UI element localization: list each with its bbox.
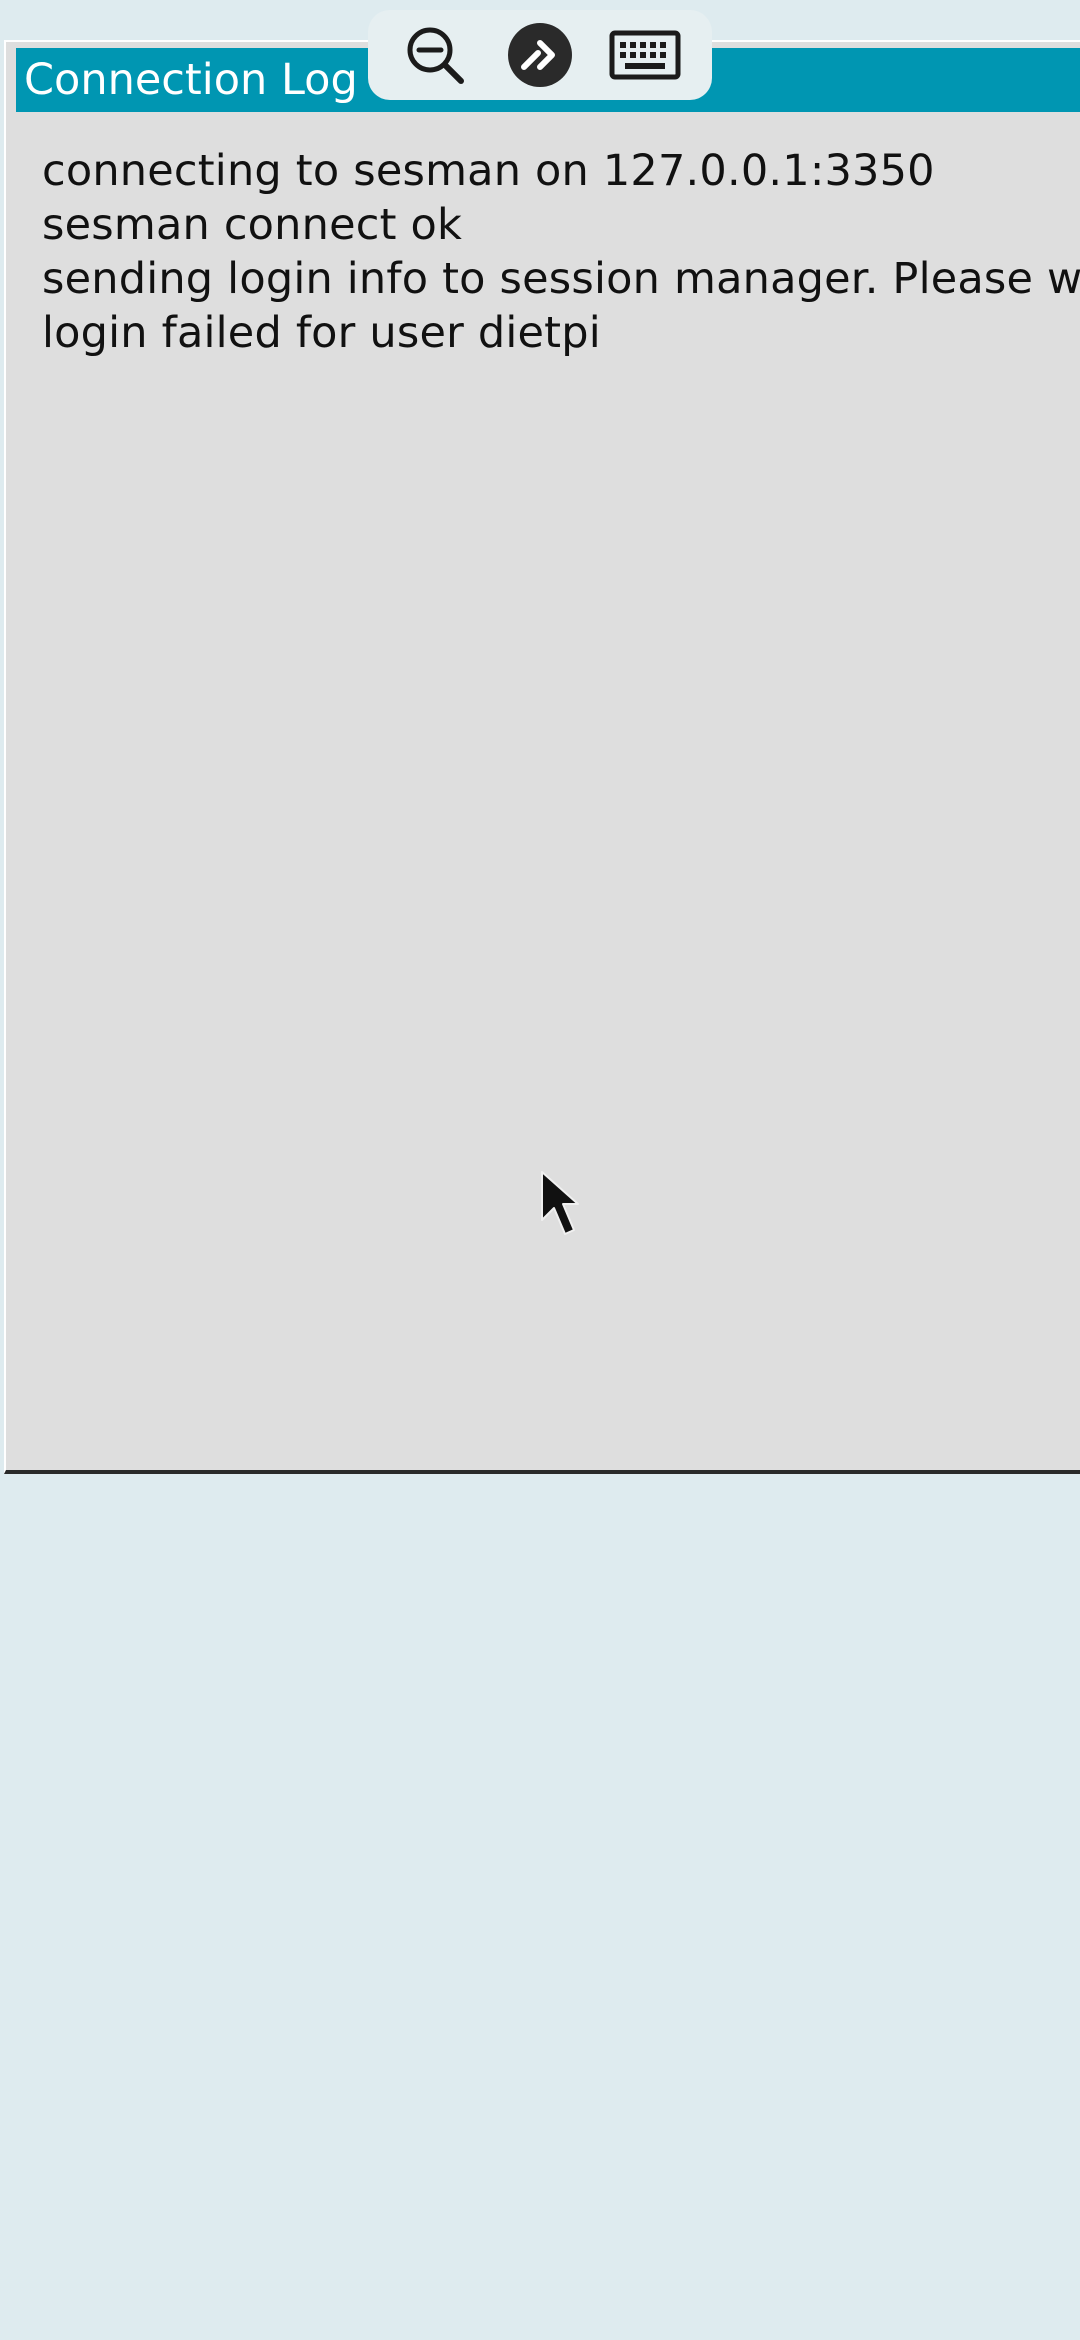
remote-session-toolbar (368, 10, 712, 100)
zoom-out-button[interactable] (394, 14, 476, 96)
log-line: login failed for user dietpi (42, 308, 601, 358)
remote-desktop-screen: Connection Log connecting to sesman on 1… (0, 0, 1080, 2340)
zoom-out-icon (407, 27, 464, 84)
log-line: sending login info to session manager. P… (42, 254, 1080, 304)
remote-desktop-icon (507, 23, 572, 87)
remote-desktop-button[interactable] (499, 14, 581, 96)
log-line: sesman connect ok (42, 200, 463, 250)
mouse-pointer-icon (541, 1171, 579, 1235)
log-line: connecting to sesman on 127.0.0.1:3350 (42, 146, 935, 196)
keyboard-button[interactable] (604, 14, 686, 96)
window-title: Connection Log (24, 55, 358, 105)
keyboard-icon (609, 30, 681, 80)
connection-log-window: Connection Log connecting to sesman on 1… (4, 40, 1080, 1474)
connection-log-text: connecting to sesman on 127.0.0.1:3350 s… (42, 144, 1080, 360)
